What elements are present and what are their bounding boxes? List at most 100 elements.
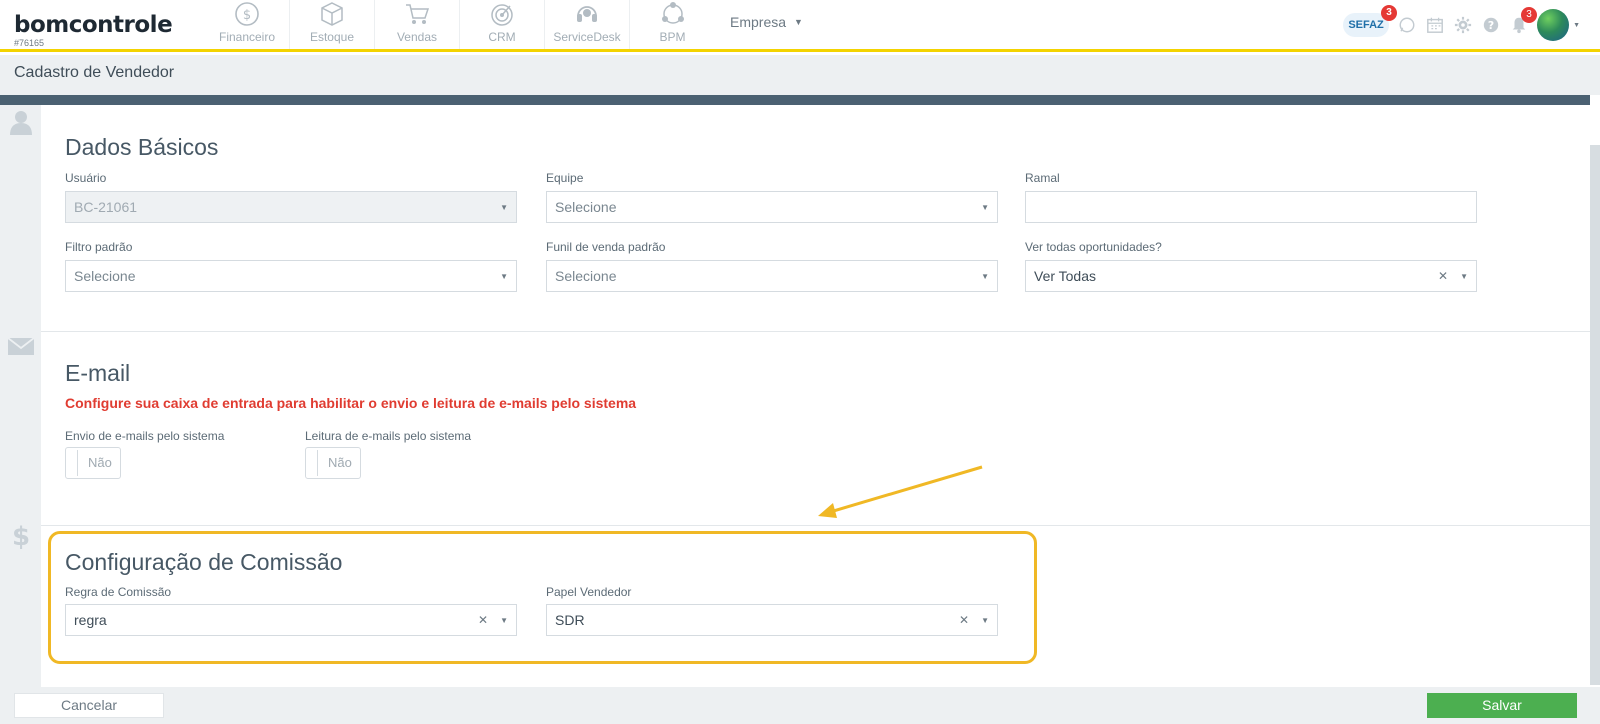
toggle-knob bbox=[68, 450, 78, 476]
usuario-label: Usuário bbox=[65, 171, 107, 185]
whatsapp-icon bbox=[1399, 17, 1415, 33]
module-label: ServiceDesk bbox=[553, 30, 621, 44]
dados-basicos-section: Dados Básicos Usuário BC-21061 ▼ Equipe … bbox=[41, 105, 1590, 332]
module-vendas[interactable]: Vendas bbox=[375, 0, 460, 49]
save-button[interactable]: Salvar bbox=[1427, 693, 1577, 718]
module-estoque[interactable]: Estoque bbox=[290, 0, 375, 49]
caret-down-icon: ▼ bbox=[981, 616, 989, 625]
clear-icon[interactable]: ✕ bbox=[478, 613, 488, 627]
notifications-button[interactable]: 3 bbox=[1509, 7, 1538, 35]
caret-down-icon: ▼ bbox=[981, 203, 989, 212]
vertical-scrollbar[interactable] bbox=[1590, 145, 1600, 685]
help-icon: ? bbox=[1483, 17, 1499, 33]
section-title: Configuração de Comissão bbox=[65, 549, 343, 575]
gear-icon bbox=[1454, 16, 1472, 34]
module-label: Estoque bbox=[309, 30, 355, 44]
settings-button[interactable] bbox=[1453, 15, 1473, 35]
papel-vendedor-label: Papel Vendedor bbox=[546, 585, 632, 599]
email-warning: Configure sua caixa de entrada para habi… bbox=[65, 395, 637, 411]
funil-venda-value: Selecione bbox=[555, 268, 617, 284]
usuario-select: BC-21061 ▼ bbox=[65, 191, 517, 223]
email-section: E-mail Configure sua caixa de entrada pa… bbox=[41, 332, 1590, 526]
calendar-icon bbox=[1427, 17, 1443, 33]
module-servicedesk[interactable]: ServiceDesk bbox=[545, 0, 630, 49]
whatsapp-button[interactable] bbox=[1397, 15, 1417, 35]
caret-down-icon: ▼ bbox=[500, 203, 508, 212]
page-title: Cadastro de Vendedor bbox=[14, 64, 175, 81]
help-button[interactable]: ? bbox=[1481, 15, 1501, 35]
box-icon bbox=[321, 2, 343, 26]
regra-comissao-select[interactable]: regra ✕ ▼ bbox=[65, 604, 517, 636]
notifications-badge: 3 bbox=[1521, 7, 1538, 23]
leitura-email-label: Leitura de e-mails pelo sistema bbox=[305, 429, 472, 443]
caret-down-icon[interactable]: ▼ bbox=[1573, 22, 1580, 29]
envelope-icon bbox=[8, 337, 34, 355]
module-label: BPM bbox=[659, 30, 686, 44]
module-nav: $ Financeiro Estoque Vendas CRM ServiceD… bbox=[205, 0, 715, 49]
sefaz-badge: 3 bbox=[1381, 5, 1398, 21]
target-icon bbox=[491, 4, 513, 26]
regra-comissao-label: Regra de Comissão bbox=[65, 585, 172, 599]
clear-icon[interactable]: ✕ bbox=[1438, 269, 1448, 283]
filtro-padrao-value: Selecione bbox=[74, 268, 136, 284]
cart-icon bbox=[406, 4, 430, 24]
equipe-value: Selecione bbox=[555, 199, 617, 215]
toggle-knob bbox=[308, 450, 318, 476]
cancel-button[interactable]: Cancelar bbox=[14, 693, 164, 718]
ramal-label: Ramal bbox=[1025, 171, 1060, 185]
module-label: Vendas bbox=[396, 30, 438, 44]
company-selector-label: Empresa bbox=[730, 14, 787, 30]
sefaz-button[interactable]: SEFAZ 3 bbox=[1343, 5, 1398, 37]
caret-down-icon: ▼ bbox=[500, 272, 508, 281]
ver-todas-value: Ver Todas bbox=[1034, 268, 1097, 284]
bomcontrole-logo[interactable]: bomcontrole bbox=[14, 12, 173, 38]
user-avatar[interactable] bbox=[1537, 9, 1570, 41]
section-title: E-mail bbox=[65, 360, 131, 386]
funil-venda-label: Funil de venda padrão bbox=[546, 240, 666, 254]
caret-down-icon: ▼ bbox=[981, 272, 989, 281]
leitura-email-toggle[interactable]: Não bbox=[305, 447, 361, 479]
funil-venda-select[interactable]: Selecione ▼ bbox=[546, 260, 998, 292]
company-selector[interactable]: Empresa ▼ bbox=[730, 14, 803, 30]
header-actions: SEFAZ 3 ? 3 ▼ bbox=[1343, 5, 1580, 42]
top-navigation-bar: bomcontrole #76165 $ Financeiro Estoque … bbox=[0, 0, 1600, 52]
section-rail: $ bbox=[0, 105, 41, 687]
regra-comissao-value: regra bbox=[74, 612, 107, 628]
sefaz-label: SEFAZ bbox=[1348, 19, 1384, 31]
papel-vendedor-value: SDR bbox=[555, 612, 585, 628]
module-financeiro[interactable]: $ Financeiro bbox=[205, 0, 290, 49]
svg-text:$: $ bbox=[12, 523, 30, 549]
toggle-text: Não bbox=[328, 455, 352, 470]
dollar-icon: $ bbox=[12, 523, 30, 549]
toggle-text: Não bbox=[88, 455, 112, 470]
equipe-label: Equipe bbox=[546, 171, 584, 185]
section-title: Dados Básicos bbox=[65, 134, 219, 160]
user-icon bbox=[10, 111, 32, 135]
usuario-value: BC-21061 bbox=[74, 199, 138, 215]
ver-todas-label: Ver todas oportunidades? bbox=[1025, 240, 1162, 254]
clear-icon[interactable]: ✕ bbox=[959, 613, 969, 627]
ramal-input[interactable] bbox=[1025, 191, 1477, 223]
equipe-select[interactable]: Selecione ▼ bbox=[546, 191, 998, 223]
calendar-button[interactable] bbox=[1425, 15, 1445, 35]
filtro-padrao-label: Filtro padrão bbox=[65, 240, 133, 254]
money-icon: $ bbox=[235, 2, 259, 26]
header-divider bbox=[0, 95, 1590, 105]
module-label: CRM bbox=[488, 30, 516, 44]
headset-icon bbox=[577, 6, 597, 22]
svg-text:?: ? bbox=[1488, 19, 1494, 32]
account-id: #76165 bbox=[14, 38, 45, 48]
envio-email-toggle[interactable]: Não bbox=[65, 447, 121, 479]
caret-down-icon: ▼ bbox=[794, 17, 803, 27]
svg-text:$: $ bbox=[243, 8, 251, 23]
module-bpm[interactable]: BPM bbox=[630, 0, 715, 49]
form-footer: Cancelar Salvar bbox=[0, 687, 1600, 724]
caret-down-icon: ▼ bbox=[1460, 272, 1468, 281]
papel-vendedor-select[interactable]: SDR ✕ ▼ bbox=[546, 604, 998, 636]
envio-email-label: Envio de e-mails pelo sistema bbox=[65, 429, 225, 443]
module-crm[interactable]: CRM bbox=[460, 0, 545, 49]
page-header: Cadastro de Vendedor bbox=[0, 55, 1600, 95]
module-label: Financeiro bbox=[218, 30, 276, 44]
filtro-padrao-select[interactable]: Selecione ▼ bbox=[65, 260, 517, 292]
ver-todas-select[interactable]: Ver Todas ✕ ▼ bbox=[1025, 260, 1477, 292]
